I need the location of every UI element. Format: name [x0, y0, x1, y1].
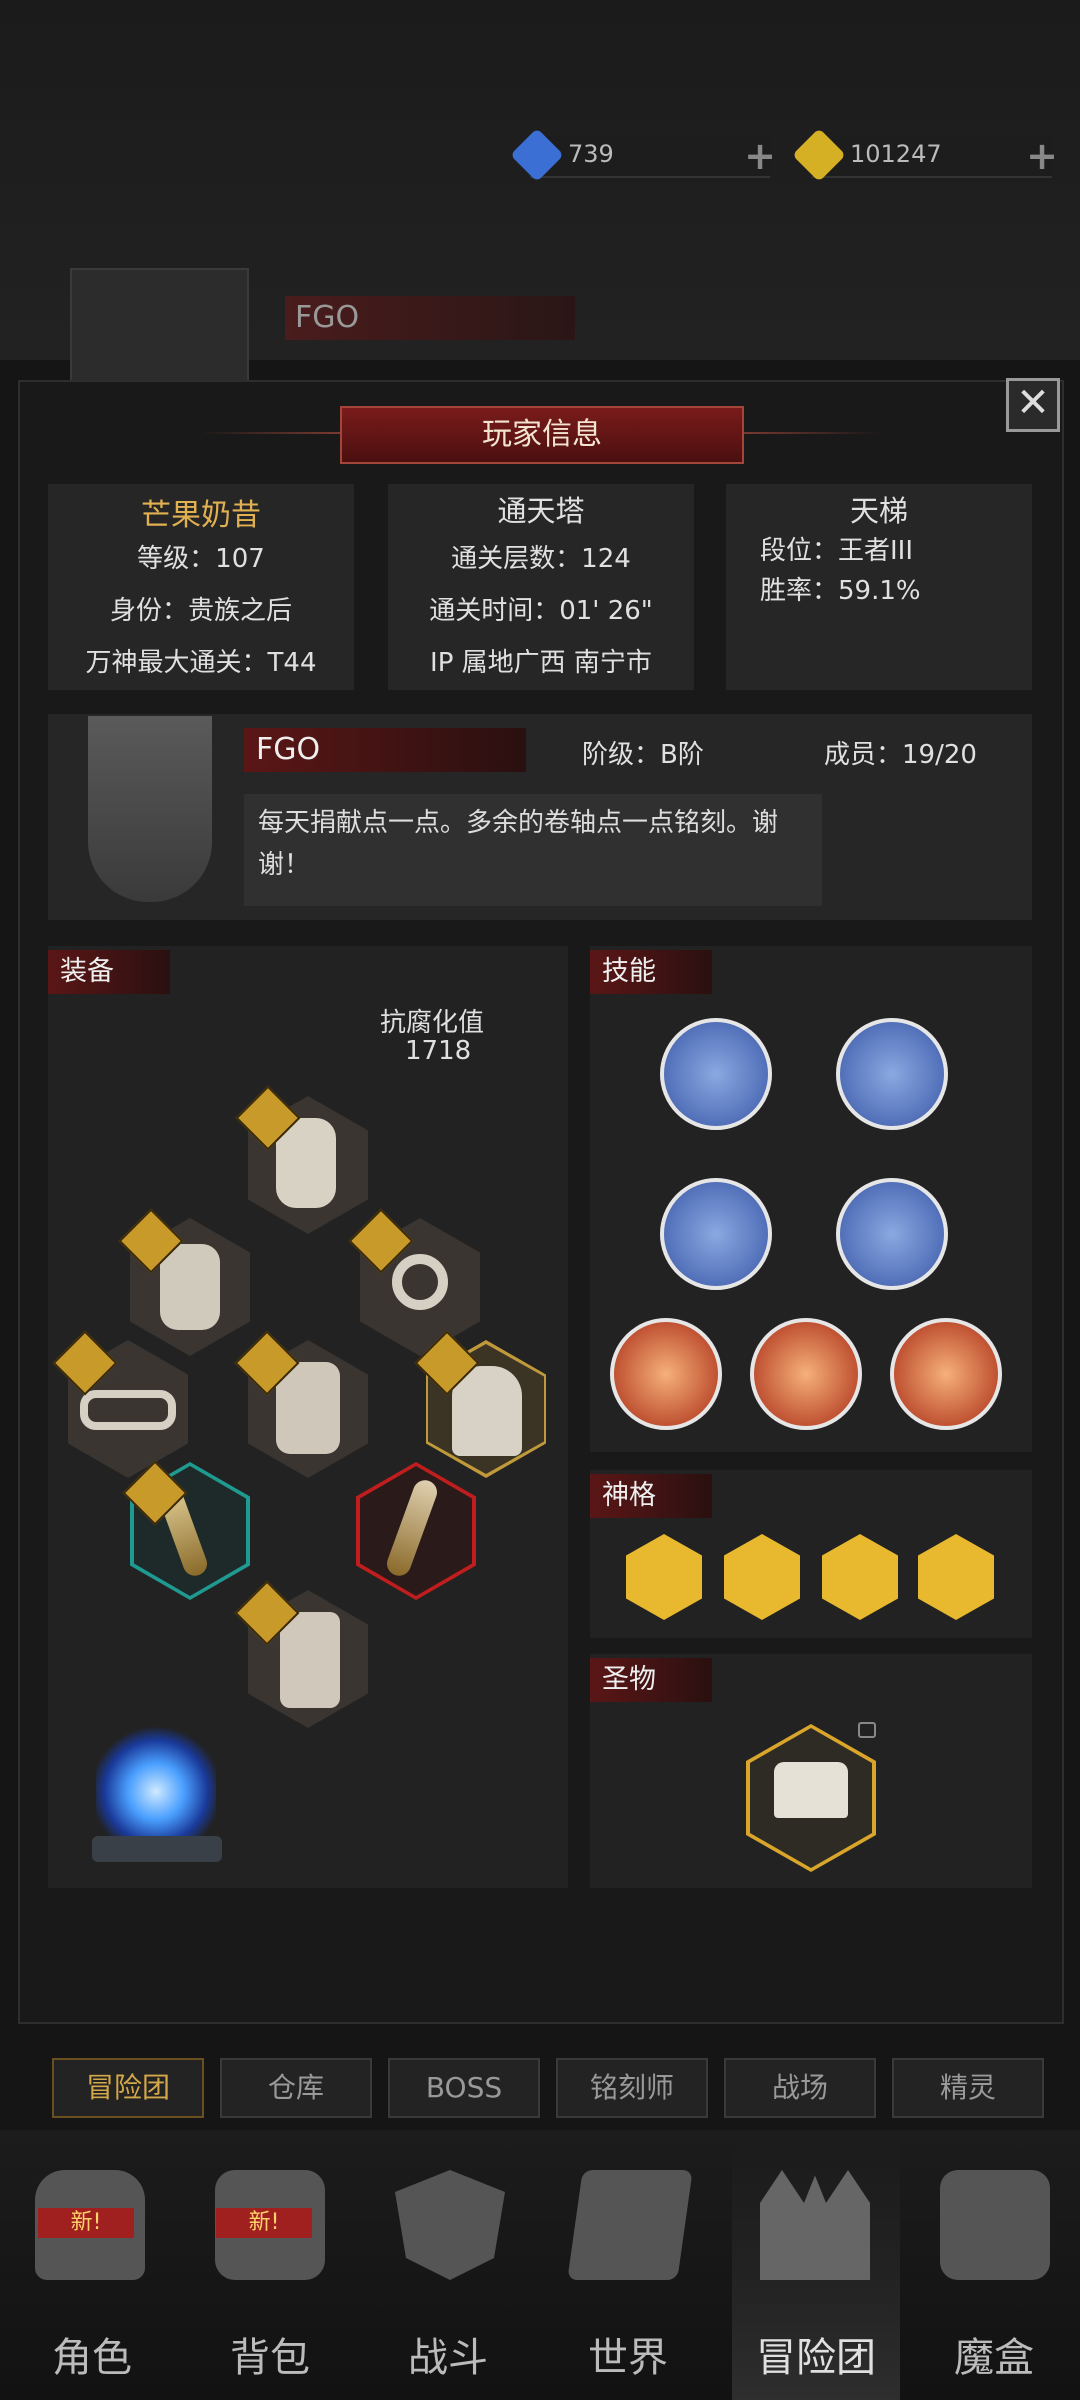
tab-boss[interactable]: BOSS [388, 2058, 540, 2118]
lock-icon [858, 1722, 876, 1738]
magic-box-icon[interactable] [940, 2170, 1050, 2280]
skill-cross-burst-icon[interactable] [610, 1318, 722, 1430]
gauntlet-icon [160, 1244, 220, 1330]
tower-floors: 通关层数：124 [451, 544, 631, 574]
ladder-winrate: 胜率：59.1% [760, 576, 921, 606]
spirit-pedestal [92, 1836, 222, 1862]
diamond-resource: 739 + [510, 128, 776, 182]
skill-claw-icon[interactable] [660, 1018, 772, 1130]
nav-character[interactable]: 角色 [12, 2325, 172, 2383]
guild-name: FGO [244, 728, 526, 772]
close-button[interactable]: ✕ [1006, 378, 1060, 432]
skill-spiral-icon[interactable] [890, 1318, 1002, 1430]
character-new-badge: 新! [38, 2208, 134, 2238]
title-divider-right [740, 432, 880, 434]
divinity-label: 神格 [590, 1474, 712, 1518]
backpack-new-badge: 新! [216, 2208, 312, 2238]
gold-count: 101247 [850, 140, 942, 168]
player-max-clear: 万神最大通关：T44 [85, 648, 317, 678]
add-diamond-button[interactable]: + [744, 134, 776, 178]
gold-resource: 101247 + [792, 128, 1058, 182]
ring-icon [392, 1254, 448, 1310]
adventure-castle-icon[interactable] [760, 2170, 870, 2280]
player-ip-location: IP 属地广西 南宁市 [430, 648, 652, 678]
world-map-icon[interactable] [567, 2170, 693, 2280]
guild-notice: 每天捐献点一点。多余的卷轴点一点铭刻。谢谢！ [258, 808, 779, 880]
diamond-count: 739 [568, 140, 614, 168]
background-player-name: FGO [285, 296, 575, 340]
belt-icon [80, 1390, 176, 1430]
skill-blossom-icon[interactable] [836, 1178, 948, 1290]
corruption-resistance-label: 抗腐化值 [380, 1008, 485, 1038]
tower-title: 通天塔 [497, 494, 585, 528]
tab-spirit[interactable]: 精灵 [892, 2058, 1044, 2118]
nav-magic-box[interactable]: 魔盒 [914, 2325, 1074, 2383]
tab-battlefield[interactable]: 战场 [724, 2058, 876, 2118]
relic-label: 圣物 [590, 1658, 712, 1702]
boots-icon [280, 1612, 340, 1708]
skill-sword-strike-icon[interactable] [836, 1018, 948, 1130]
ladder-rank: 段位：王者III [760, 536, 914, 566]
corruption-resistance-value: 1718 [405, 1036, 472, 1066]
nav-adventure-group[interactable]: 冒险团 [736, 2325, 896, 2383]
tab-adventure-group[interactable]: 冒险团 [52, 2058, 204, 2118]
player-name: 芒果奶昔 [141, 498, 261, 533]
guild-tier: 阶级：B阶 [582, 740, 704, 770]
guild-banner-icon [88, 716, 212, 902]
crown-icon [774, 1762, 848, 1818]
title-divider-left [200, 432, 340, 434]
skill-hourglass-icon[interactable] [750, 1318, 862, 1430]
guild-members: 成员：19/20 [824, 740, 977, 770]
dialog-title: 玩家信息 [340, 406, 744, 464]
skill-slash-icon[interactable] [660, 1178, 772, 1290]
nav-world[interactable]: 世界 [548, 2325, 708, 2383]
equipment-label: 装备 [48, 950, 170, 994]
player-identity: 身份：贵族之后 [109, 596, 292, 626]
tab-engraver[interactable]: 铭刻师 [556, 2058, 708, 2118]
ladder-title: 天梯 [849, 494, 908, 528]
spirit-flame-icon[interactable] [96, 1720, 216, 1850]
tower-time: 通关时间：01' 26" [429, 596, 653, 626]
add-gold-button[interactable]: + [1026, 134, 1058, 178]
player-level: 等级：107 [137, 544, 265, 574]
tab-warehouse[interactable]: 仓库 [220, 2058, 372, 2118]
nav-battle[interactable]: 战斗 [368, 2325, 528, 2383]
nav-backpack[interactable]: 背包 [190, 2325, 350, 2383]
skills-label: 技能 [590, 950, 712, 994]
